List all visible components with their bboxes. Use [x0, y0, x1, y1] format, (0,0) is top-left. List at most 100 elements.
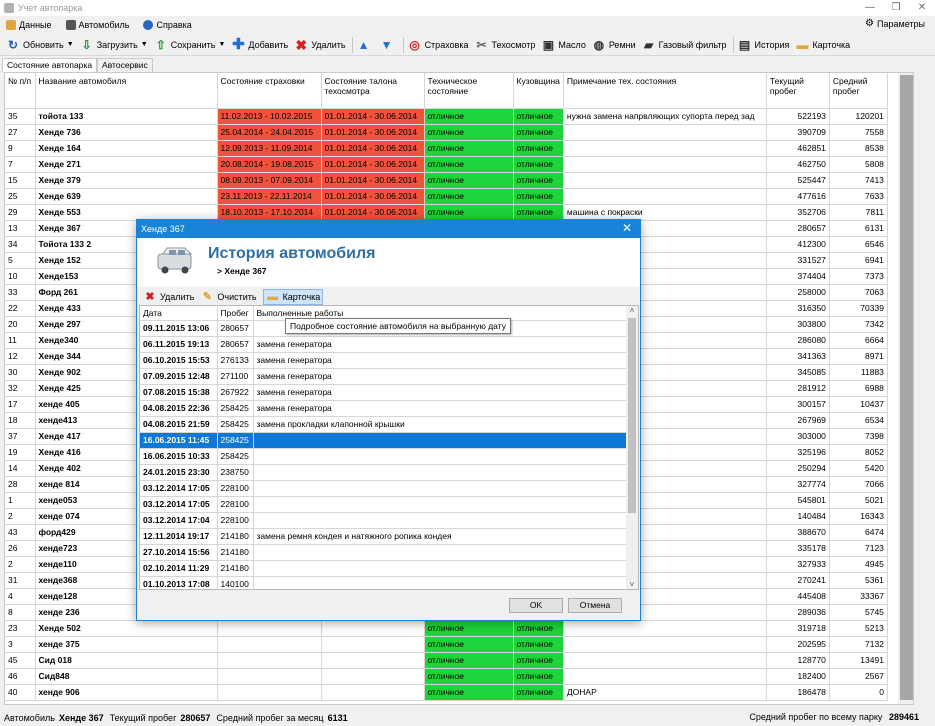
table-cell[interactable]: 37 — [5, 428, 36, 445]
table-cell[interactable]: 45 — [5, 652, 36, 669]
table-cell[interactable]: 5213 — [829, 620, 888, 637]
table-cell[interactable]: 6534 — [829, 412, 888, 429]
history-cell[interactable]: 06.11.2015 19:13 — [140, 336, 218, 353]
chevron-down-icon[interactable]: ˅ — [626, 580, 638, 589]
table-cell[interactable]: 327933 — [766, 556, 830, 573]
history-row[interactable]: 04.08.2015 22:36 258425 замена генератора — [140, 400, 628, 417]
table-cell[interactable]: 462750 — [766, 156, 830, 173]
table-cell[interactable]: 35 — [5, 108, 36, 125]
table-cell[interactable]: 01.01.2014 - 30.06.2014 — [321, 204, 425, 221]
table-cell[interactable]: 7066 — [829, 476, 888, 493]
table-cell[interactable]: 2 — [5, 508, 36, 525]
table-cell[interactable]: 16343 — [829, 508, 888, 525]
table-cell[interactable] — [563, 636, 767, 653]
table-cell[interactable]: 8971 — [829, 348, 888, 365]
insurance-button[interactable]: ◎ Страховка — [408, 38, 468, 52]
table-cell[interactable]: 31 — [5, 572, 36, 589]
table-cell[interactable]: 8 — [5, 604, 36, 621]
menu-car[interactable]: Автомобиль — [65, 19, 129, 30]
history-cell[interactable]: замена ремня кондея и натяжного ропика к… — [253, 528, 628, 545]
history-row[interactable]: 24.01.2015 23:30 238750 — [140, 464, 628, 481]
table-cell[interactable] — [217, 668, 322, 685]
table-cell[interactable] — [217, 636, 322, 653]
table-cell[interactable]: 258000 — [766, 284, 830, 301]
table-cell[interactable] — [563, 124, 767, 141]
table-cell[interactable]: 303800 — [766, 316, 830, 333]
history-row[interactable]: 03.12.2014 17:05 228100 — [140, 480, 628, 497]
history-row[interactable]: 06.11.2015 19:13 280657 замена генератора — [140, 336, 628, 353]
history-row[interactable]: 06.10.2015 15:53 276133 замена генератора — [140, 352, 628, 369]
table-cell[interactable]: 13491 — [829, 652, 888, 669]
table-cell[interactable]: отличное — [513, 636, 564, 653]
table-cell[interactable]: 7063 — [829, 284, 888, 301]
table-cell[interactable]: отличное — [424, 204, 514, 221]
table-cell[interactable]: Хенде 379 — [35, 172, 218, 189]
table-cell[interactable]: 390709 — [766, 124, 830, 141]
history-row[interactable]: 01.10.2013 17:08 140100 — [140, 576, 628, 589]
history-cell[interactable]: 214180 — [217, 560, 254, 577]
column-header[interactable]: Техническое состояние — [424, 73, 514, 109]
history-scrollbar[interactable]: ˄ ˅ — [626, 306, 638, 589]
column-header[interactable]: Состояние страховки — [217, 73, 322, 109]
history-cell[interactable]: 09.11.2015 13:06 — [140, 320, 218, 337]
table-cell[interactable]: 7558 — [829, 124, 888, 141]
table-cell[interactable]: отличное — [513, 652, 564, 669]
table-cell[interactable]: 15 — [5, 172, 36, 189]
history-row[interactable]: 16.06.2015 11:45 258425 — [140, 432, 628, 449]
table-cell[interactable]: 23.11.2013 - 22.11.2014 — [217, 188, 322, 205]
table-cell[interactable]: 43 — [5, 524, 36, 541]
table-cell[interactable]: 18 — [5, 412, 36, 429]
history-cell[interactable]: 03.12.2014 17:05 — [140, 496, 218, 513]
table-cell[interactable]: Сид848 — [35, 668, 218, 685]
table-cell[interactable]: 10 — [5, 268, 36, 285]
history-cell[interactable]: 258425 — [217, 400, 254, 417]
table-cell[interactable]: 316350 — [766, 300, 830, 317]
table-cell[interactable]: 0 — [829, 684, 888, 701]
table-row[interactable]: 7 Хенде 271 20.08.2014 - 19.08.2015 01.01.2… — [5, 156, 888, 173]
card-button[interactable]: ▬ Карточка — [795, 38, 850, 52]
tab-autoservice[interactable]: Автосервис — [97, 58, 153, 72]
table-cell[interactable]: 319718 — [766, 620, 830, 637]
table-cell[interactable]: 7413 — [829, 172, 888, 189]
table-cell[interactable]: 331527 — [766, 252, 830, 269]
history-row[interactable]: 03.12.2014 17:04 228100 — [140, 512, 628, 529]
table-row[interactable]: 45 Сид 018 отличное отличное 128770 13491 — [5, 652, 888, 669]
history-cell[interactable]: 280657 — [217, 336, 254, 353]
menu-help[interactable]: Справка — [143, 19, 192, 30]
table-row[interactable]: 3 хенде 375 отличное отличное 202595 7132 — [5, 636, 888, 653]
table-cell[interactable]: 5745 — [829, 604, 888, 621]
table-row[interactable]: 29 Хенде 553 18.10.2013 - 17.10.2014 01.01.… — [5, 204, 888, 221]
table-cell[interactable]: 281912 — [766, 380, 830, 397]
column-header[interactable]: Кузовщина — [513, 73, 564, 109]
table-row[interactable]: 9 Хенде 164 12.09.2013 - 11.09.2014 01.01.2… — [5, 140, 888, 157]
history-cell[interactable]: 04.08.2015 22:36 — [140, 400, 218, 417]
table-cell[interactable] — [563, 668, 767, 685]
table-cell[interactable]: отличное — [424, 652, 514, 669]
history-cell[interactable]: 03.12.2014 17:04 — [140, 512, 218, 529]
table-cell[interactable]: 10437 — [829, 396, 888, 413]
history-cell[interactable]: 07.09.2015 12:48 — [140, 368, 218, 385]
table-cell[interactable] — [217, 620, 322, 637]
column-header[interactable]: Текущий пробег — [766, 73, 830, 109]
table-cell[interactable]: 522193 — [766, 108, 830, 125]
table-cell[interactable]: 388670 — [766, 524, 830, 541]
table-cell[interactable]: 267969 — [766, 412, 830, 429]
table-cell[interactable]: 4 — [5, 588, 36, 605]
move-up-button[interactable]: ▲ — [357, 38, 374, 52]
history-cell[interactable]: замена генератора — [253, 336, 628, 353]
table-cell[interactable]: Хенде 553 — [35, 204, 218, 221]
table-cell[interactable]: 6941 — [829, 252, 888, 269]
table-cell[interactable]: 270241 — [766, 572, 830, 589]
table-cell[interactable]: Хенде 736 — [35, 124, 218, 141]
table-cell[interactable]: 325196 — [766, 444, 830, 461]
history-cell[interactable]: 228100 — [217, 512, 254, 529]
table-cell[interactable]: 19 — [5, 444, 36, 461]
table-cell[interactable]: 5 — [5, 252, 36, 269]
table-row[interactable]: 23 Хенде 502 отличное отличное 319718 5213 — [5, 620, 888, 637]
table-cell[interactable]: хенде 375 — [35, 636, 218, 653]
column-header[interactable]: Средний пробег — [829, 73, 888, 109]
table-cell[interactable]: отличное — [424, 124, 514, 141]
table-cell[interactable] — [217, 652, 322, 669]
table-cell[interactable]: ДОНАР — [563, 684, 767, 701]
history-cell[interactable] — [253, 576, 628, 589]
